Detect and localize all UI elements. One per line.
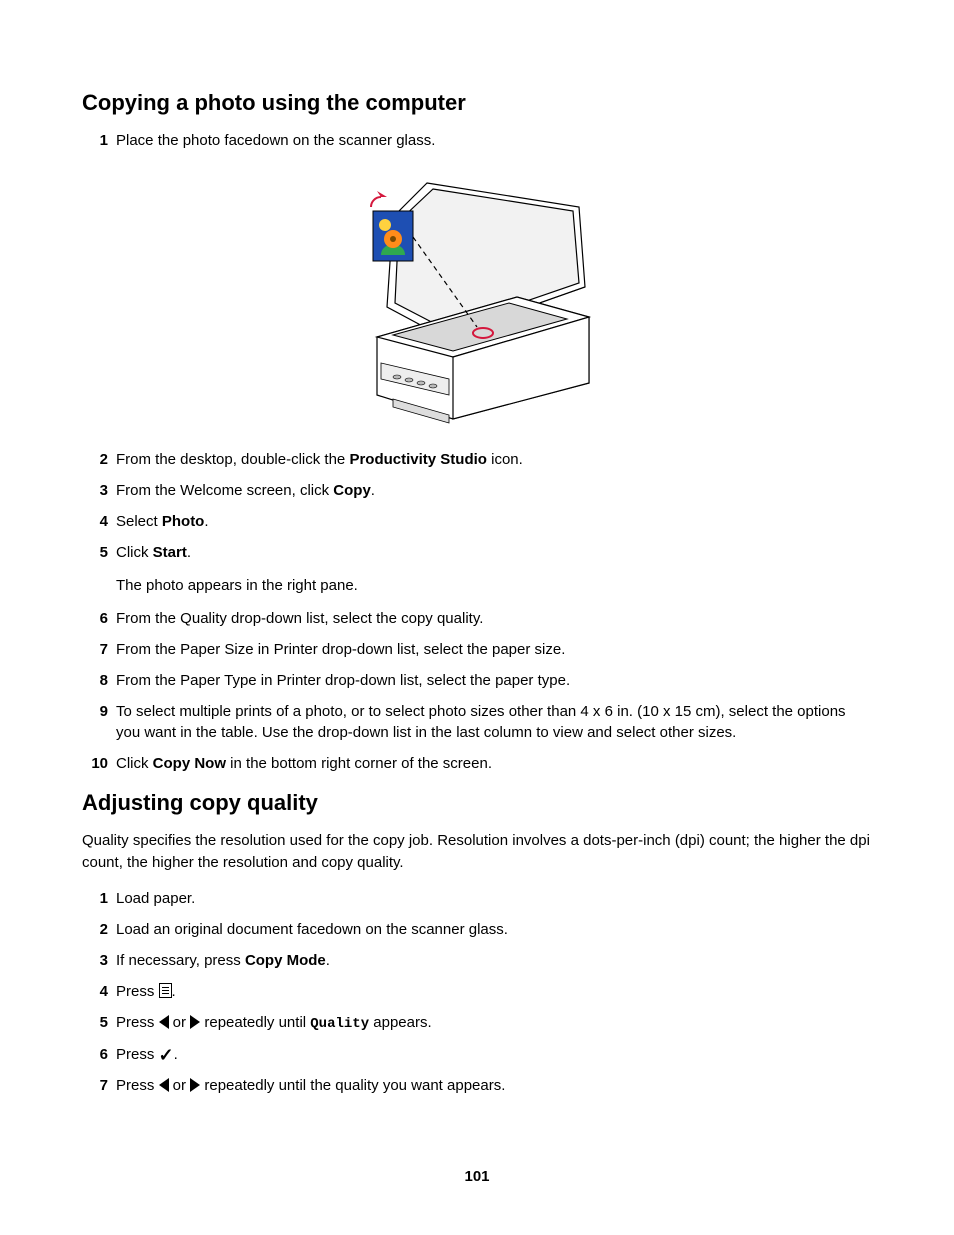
step-number: 7 [82, 639, 116, 660]
step-2-1: 1 Load paper. [82, 888, 872, 909]
text-part: in the bottom right corner of the screen… [226, 755, 492, 772]
document-page: Copying a photo using the computer 1 Pla… [0, 0, 954, 1235]
step-text: From the Paper Size in Printer drop-down… [116, 639, 872, 660]
text-part: Press [116, 1014, 159, 1031]
step-number: 5 [82, 1012, 116, 1033]
step-1-8: 8 From the Paper Type in Printer drop-do… [82, 670, 872, 691]
step-2-7: 7 Press or repeatedly until the quality … [82, 1075, 872, 1096]
steps-list-section1c: 6 From the Quality drop-down list, selec… [82, 608, 872, 774]
text-part: or [169, 1014, 191, 1031]
scanner-illustration [82, 167, 872, 431]
step-2-2: 2 Load an original document facedown on … [82, 919, 872, 940]
step-text: From the Paper Type in Printer drop-down… [116, 670, 872, 691]
step-1-9: 9 To select multiple prints of a photo, … [82, 701, 872, 743]
text-part: repeatedly until the quality you want ap… [200, 1077, 505, 1094]
step-1-4: 4 Select Photo. [82, 511, 872, 532]
step-1-1: 1 Place the photo facedown on the scanne… [82, 130, 872, 151]
steps-list-section1b: 2 From the desktop, double-click the Pro… [82, 449, 872, 563]
step-text: Press or repeatedly until the quality yo… [116, 1075, 872, 1096]
step-1-2: 2 From the desktop, double-click the Pro… [82, 449, 872, 470]
step-number: 10 [82, 753, 116, 774]
text-part: From the desktop, double-click the [116, 451, 349, 468]
step-1-10: 10 Click Copy Now in the bottom right co… [82, 753, 872, 774]
bold-term: Copy Mode [245, 952, 326, 969]
step-2-6: 6 Press ✓. [82, 1044, 872, 1065]
text-part: . [174, 1046, 178, 1063]
step-1-5-sub: The photo appears in the right pane. [116, 575, 872, 596]
step-text: Select Photo. [116, 511, 872, 532]
text-part: If necessary, press [116, 952, 245, 969]
step-1-7: 7 From the Paper Size in Printer drop-do… [82, 639, 872, 660]
step-2-3: 3 If necessary, press Copy Mode. [82, 950, 872, 971]
arrow-right-icon [190, 1015, 200, 1029]
step-text: To select multiple prints of a photo, or… [116, 701, 872, 743]
text-part: Press [116, 1046, 159, 1063]
step-text: Press ✓. [116, 1044, 872, 1065]
step-1-5: 5 Click Start. [82, 542, 872, 563]
step-number: 8 [82, 670, 116, 691]
step-1-3: 3 From the Welcome screen, click Copy. [82, 480, 872, 501]
printer-scanner-icon [357, 167, 597, 427]
step-text: From the Quality drop-down list, select … [116, 608, 872, 629]
step-2-4: 4 Press . [82, 981, 872, 1002]
step-2-5: 5 Press or repeatedly until Quality appe… [82, 1012, 872, 1035]
step-number: 5 [82, 542, 116, 563]
step-1-6: 6 From the Quality drop-down list, selec… [82, 608, 872, 629]
step-text: Click Start. [116, 542, 872, 563]
step-text: From the Welcome screen, click Copy. [116, 480, 872, 501]
step-text: Load paper. [116, 888, 872, 909]
steps-list-section2: 1 Load paper. 2 Load an original documen… [82, 888, 872, 1097]
step-number: 3 [82, 480, 116, 501]
text-part: . [371, 482, 375, 499]
step-text: Click Copy Now in the bottom right corne… [116, 753, 872, 774]
text-part: . [172, 983, 176, 1000]
bold-term: Start [153, 544, 187, 561]
text-part: Click [116, 544, 153, 561]
arrow-left-icon [159, 1078, 169, 1092]
step-text: If necessary, press Copy Mode. [116, 950, 872, 971]
text-part: Press [116, 1077, 159, 1094]
step-number: 2 [82, 919, 116, 940]
step-number: 4 [82, 981, 116, 1002]
check-icon: ✓ [159, 1046, 174, 1064]
arrow-left-icon [159, 1015, 169, 1029]
text-part: repeatedly until [200, 1014, 310, 1031]
bold-term: Photo [162, 513, 205, 530]
text-part: icon. [487, 451, 523, 468]
step-number: 7 [82, 1075, 116, 1096]
step-number: 6 [82, 1044, 116, 1065]
bold-term: Productivity Studio [349, 451, 487, 468]
step-text: Place the photo facedown on the scanner … [116, 130, 872, 151]
text-part: . [187, 544, 191, 561]
step-number: 3 [82, 950, 116, 971]
heading-copying-photo: Copying a photo using the computer [82, 90, 872, 116]
step-number: 2 [82, 449, 116, 470]
bold-term: Copy Now [153, 755, 226, 772]
text-part: . [326, 952, 330, 969]
page-number: 101 [0, 1168, 954, 1185]
step-number: 6 [82, 608, 116, 629]
text-part: or [169, 1077, 191, 1094]
bold-term: Copy [333, 482, 371, 499]
text-part: appears. [369, 1014, 432, 1031]
text-part: Click [116, 755, 153, 772]
display-term: Quality [310, 1016, 369, 1032]
heading-adjusting-quality: Adjusting copy quality [82, 790, 872, 816]
text-part: Select [116, 513, 162, 530]
arrow-right-icon [190, 1078, 200, 1092]
step-number: 9 [82, 701, 116, 722]
text-part: From the Welcome screen, click [116, 482, 333, 499]
step-text: Press . [116, 981, 872, 1002]
steps-list-section1: 1 Place the photo facedown on the scanne… [82, 130, 872, 151]
step-number: 4 [82, 511, 116, 532]
text-part: . [204, 513, 208, 530]
step-number: 1 [82, 130, 116, 151]
step-number: 1 [82, 888, 116, 909]
text-part: Press [116, 983, 159, 1000]
section2-intro: Quality specifies the resolution used fo… [82, 830, 872, 874]
step-text: Press or repeatedly until Quality appear… [116, 1012, 872, 1035]
menu-icon [159, 983, 172, 998]
step-text: Load an original document facedown on th… [116, 919, 872, 940]
step-text: From the desktop, double-click the Produ… [116, 449, 872, 470]
